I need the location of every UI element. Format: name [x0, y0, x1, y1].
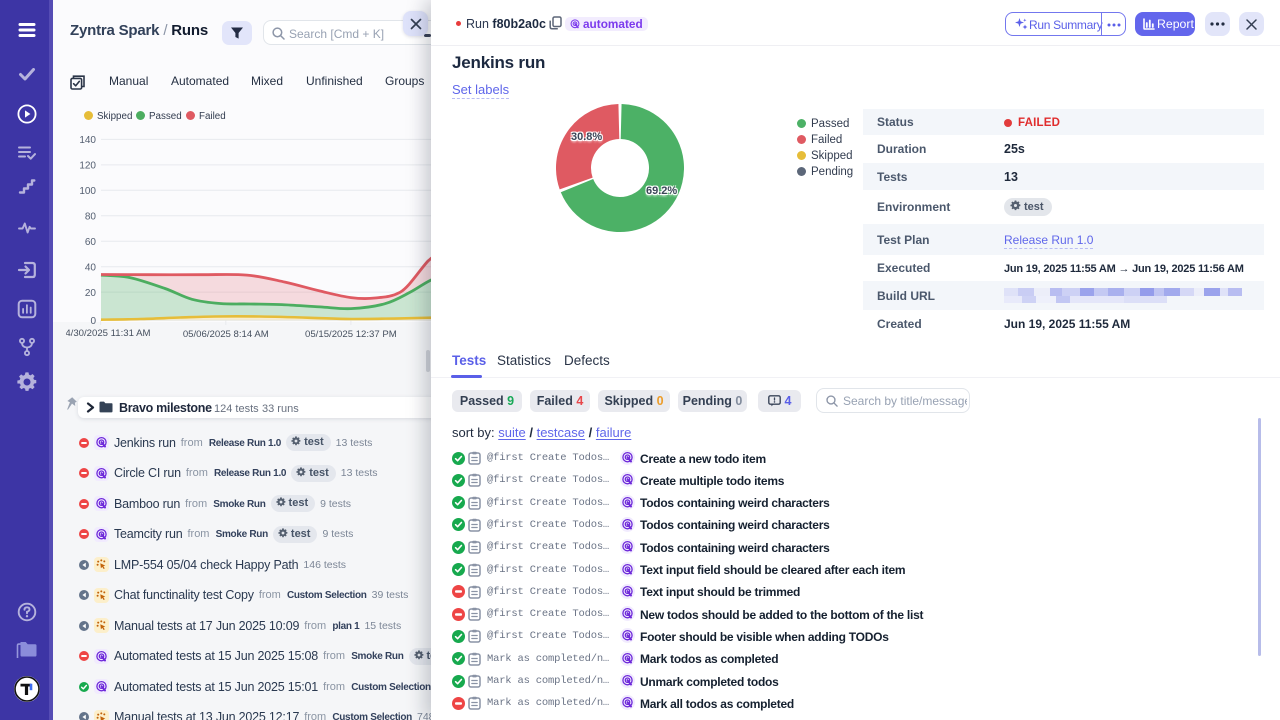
- svg-text:05/06/2025 8:14 AM: 05/06/2025 8:14 AM: [183, 329, 269, 340]
- svg-text:60: 60: [85, 237, 97, 248]
- svg-text:80: 80: [85, 212, 97, 223]
- svg-text:40: 40: [85, 262, 97, 273]
- svg-text:120: 120: [79, 161, 96, 172]
- svg-text:05/15/2025 12:37 PM: 05/15/2025 12:37 PM: [305, 329, 397, 340]
- svg-text:20: 20: [85, 288, 97, 299]
- svg-text:0: 0: [90, 316, 96, 327]
- svg-text:140: 140: [79, 135, 96, 146]
- svg-text:100: 100: [79, 186, 96, 197]
